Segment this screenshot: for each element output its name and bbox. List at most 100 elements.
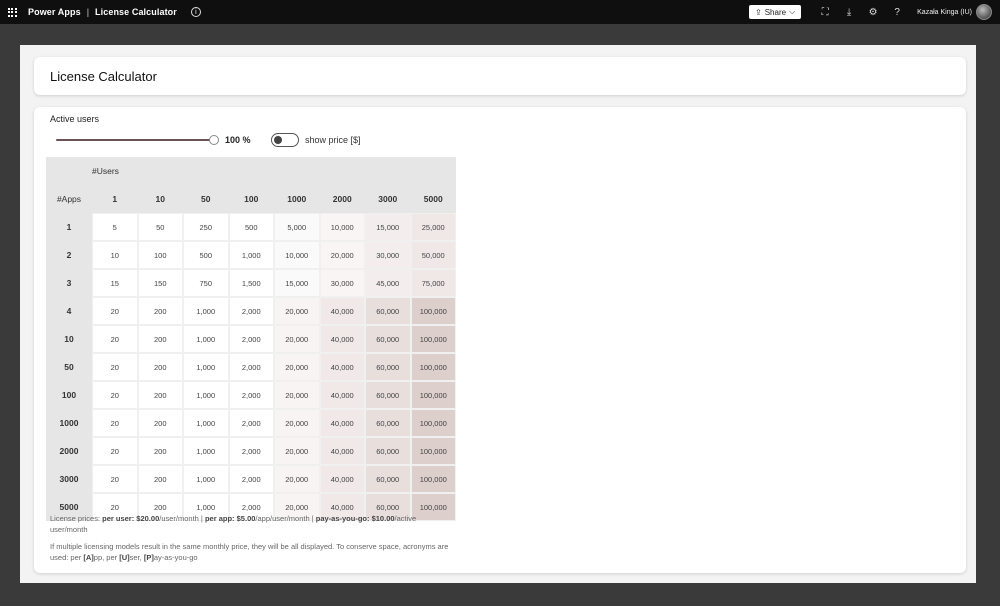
table-cell: 200	[137, 409, 183, 437]
table-cell: 1,000	[183, 409, 229, 437]
table-cell: 20	[92, 297, 138, 325]
per-user-price: $20.00	[136, 514, 160, 523]
table-cell: 60,000	[365, 409, 411, 437]
table-cell: 20	[92, 353, 138, 381]
table-cell: 40,000	[319, 353, 365, 381]
show-price-label: show price [$]	[305, 135, 361, 145]
avatar[interactable]	[976, 4, 992, 20]
table-cell: 20	[92, 437, 138, 465]
table-cell: 25,000	[410, 213, 456, 241]
help-icon[interactable]: ?	[885, 7, 909, 18]
table-cell: 750	[183, 269, 229, 297]
table-cell: 20	[92, 325, 138, 353]
app-canvas: License Calculator Active users 100 % sh…	[20, 45, 976, 583]
share-button[interactable]: ⇪ Share ⌵	[749, 5, 802, 19]
active-users-label: Active users	[50, 114, 100, 124]
table-cell: 100,000	[410, 381, 456, 409]
table-cell: 40,000	[319, 381, 365, 409]
table-cell: 15,000	[274, 269, 320, 297]
column-header: 1000	[274, 185, 320, 213]
column-header: 1	[92, 185, 138, 213]
table-cell: 1,000	[183, 437, 229, 465]
chevron-down-icon: ⌵	[789, 7, 796, 16]
column-header: 2000	[319, 185, 365, 213]
table-cell: 60,000	[365, 381, 411, 409]
users-label-text: #Users	[92, 166, 119, 176]
table-cell: 20	[92, 465, 138, 493]
table-cell: 1,500	[228, 269, 274, 297]
toggle-knob	[274, 136, 282, 144]
table-cell: 60,000	[365, 465, 411, 493]
row-header: 3000	[46, 465, 92, 493]
table-cell: 200	[137, 297, 183, 325]
table-cell: 60,000	[365, 325, 411, 353]
per-app-label: per app:	[204, 514, 237, 523]
table-cell: 200	[137, 381, 183, 409]
table-cell: 40,000	[319, 465, 365, 493]
table-cell: 30,000	[319, 269, 365, 297]
gear-icon[interactable]: ⚙	[861, 7, 885, 18]
acronym-payg-rest: ay-as-you-go	[153, 553, 198, 562]
download-icon[interactable]: ⤓	[837, 7, 861, 18]
fullscreen-icon[interactable]: ⛶	[813, 7, 837, 18]
info-icon[interactable]: i	[190, 7, 201, 17]
multi-model-note: If multiple licensing models result in t…	[50, 541, 450, 563]
license-notes: License prices: per user: $20.00/user/mo…	[50, 513, 450, 563]
table-cell: 5,000	[274, 213, 320, 241]
table-cell: 200	[137, 465, 183, 493]
column-header: 5000	[410, 185, 456, 213]
app-launcher-icon[interactable]	[0, 0, 24, 24]
table-cell: 15	[92, 269, 138, 297]
table-cell: 2,000	[228, 465, 274, 493]
acronym-user: [U]	[119, 553, 130, 562]
table-cell: 200	[137, 353, 183, 381]
table-cell: 20,000	[274, 381, 320, 409]
table-cell: 200	[137, 437, 183, 465]
app-name: Power Apps	[28, 7, 81, 17]
table-cell: 20,000	[274, 465, 320, 493]
column-header: 10	[137, 185, 183, 213]
share-label: Share	[764, 7, 787, 17]
top-bar: Power Apps | License Calculator i ⇪ Shar…	[0, 0, 1000, 24]
corner-cell	[46, 157, 92, 185]
header-card: License Calculator	[34, 57, 966, 95]
table-cell: 60,000	[365, 297, 411, 325]
show-price-toggle[interactable]	[271, 133, 299, 147]
table-cell: 20,000	[274, 437, 320, 465]
row-header: 50	[46, 353, 92, 381]
table-cell: 10,000	[319, 213, 365, 241]
per-user-label: per user:	[102, 514, 137, 523]
table-cell: 60,000	[365, 353, 411, 381]
table-cell: 2,000	[228, 325, 274, 353]
table-cell: 250	[183, 213, 229, 241]
table-cell: 15,000	[365, 213, 411, 241]
table-cell: 150	[137, 269, 183, 297]
payg-label: pay-as-you-go:	[315, 514, 372, 523]
table-cell: 40,000	[319, 409, 365, 437]
slider-track	[56, 139, 210, 141]
table-cell: 40,000	[319, 437, 365, 465]
table-cell: 20,000	[319, 241, 365, 269]
table-cell: 100,000	[410, 297, 456, 325]
table-cell: 1,000	[183, 325, 229, 353]
payg-price: $10.00	[371, 514, 395, 523]
table-cell: 100,000	[410, 325, 456, 353]
table-cell: 20,000	[274, 409, 320, 437]
acronym-app: [A]	[83, 553, 94, 562]
acronym-user-rest: ser,	[129, 553, 144, 562]
page-title: License Calculator	[50, 68, 157, 84]
table-cell: 2,000	[228, 437, 274, 465]
per-user-unit: /user/month |	[159, 514, 205, 523]
share-icon: ⇪	[755, 7, 762, 17]
per-app-unit: /app/user/month |	[255, 514, 316, 523]
row-header: 1000	[46, 409, 92, 437]
table-cell: 1,000	[228, 241, 274, 269]
table-cell: 40,000	[319, 297, 365, 325]
table-cell: 1,000	[183, 381, 229, 409]
slider-thumb[interactable]	[209, 135, 219, 145]
table-cell: 100	[137, 241, 183, 269]
active-users-slider[interactable]	[56, 135, 219, 145]
users-axis-label: #Users	[92, 157, 456, 185]
table-cell: 500	[228, 213, 274, 241]
table-cell: 1,000	[183, 353, 229, 381]
